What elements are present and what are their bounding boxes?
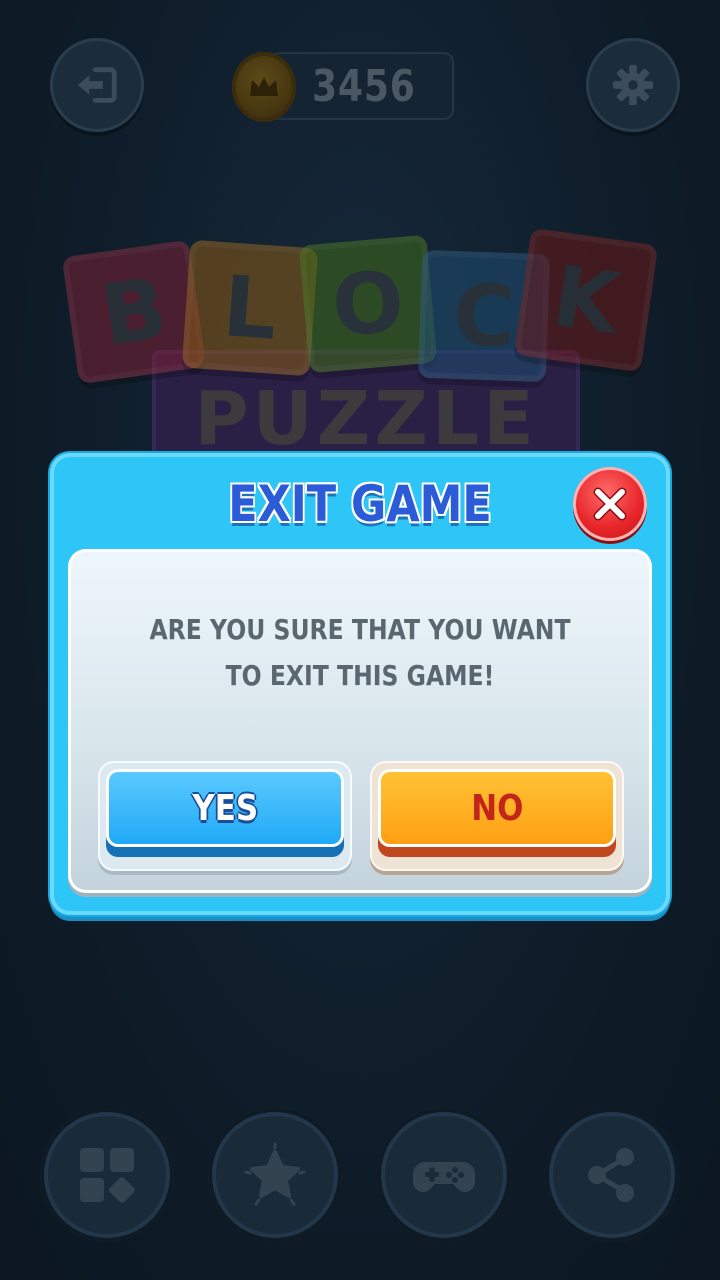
close-button[interactable] xyxy=(573,467,647,541)
exit-dialog: EXIT GAME ARE YOU SURE THAT YOU WANT TO … xyxy=(50,453,670,915)
games-button[interactable] xyxy=(377,1108,511,1242)
levels-button[interactable] xyxy=(40,1108,174,1242)
gear-icon xyxy=(612,64,654,106)
settings-button[interactable] xyxy=(586,38,680,132)
yes-button-label: YES xyxy=(192,787,258,829)
dialog-message: ARE YOU SURE THAT YOU WANT TO EXIT THIS … xyxy=(149,613,571,692)
logo-tile-k: K xyxy=(513,227,659,373)
close-icon xyxy=(593,487,627,521)
logo-tile-l: L xyxy=(181,239,319,377)
star-icon xyxy=(244,1142,306,1206)
dialog-panel: ARE YOU SURE THAT YOU WANT TO EXIT THIS … xyxy=(68,549,652,893)
gamepad-icon xyxy=(413,1162,475,1192)
dialog-title: EXIT GAME xyxy=(228,475,492,533)
no-button-frame: NO xyxy=(370,761,624,871)
logo-subtitle: PUZZLE xyxy=(194,376,538,462)
no-button-label: NO xyxy=(470,787,524,829)
exit-door-icon xyxy=(77,67,117,103)
back-button[interactable] xyxy=(50,38,144,132)
rate-button[interactable] xyxy=(208,1108,342,1242)
blocks-icon xyxy=(80,1148,135,1203)
coin-count: 3456 xyxy=(312,61,416,112)
yes-button-frame: YES xyxy=(98,761,352,871)
share-icon xyxy=(588,1148,634,1202)
crown-coin-icon xyxy=(232,52,296,122)
share-button[interactable] xyxy=(545,1108,679,1242)
logo-tile-o: O xyxy=(298,234,438,374)
yes-button[interactable]: YES xyxy=(106,769,344,847)
no-button[interactable]: NO xyxy=(378,769,616,847)
